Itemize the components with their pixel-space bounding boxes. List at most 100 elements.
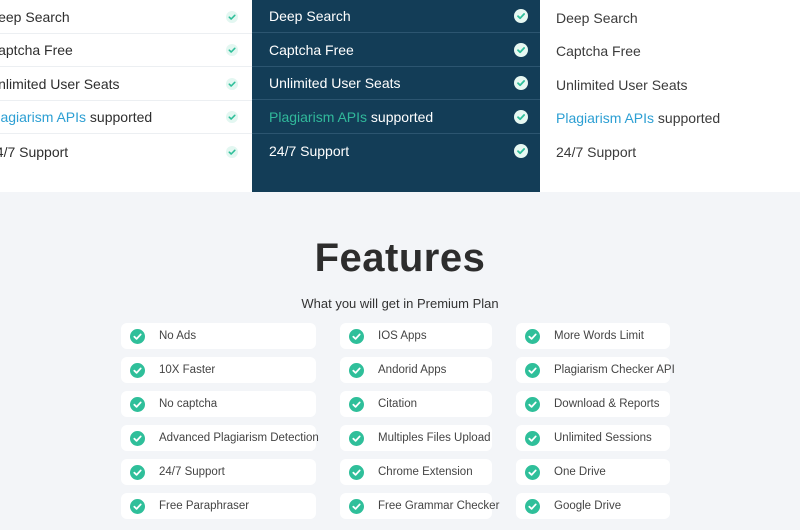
feature-label: Free Paraphraser [159, 500, 250, 512]
plan-feature: Captcha Free [252, 34, 540, 67]
feature-item: Download & Reports [516, 391, 670, 417]
feature-item: Advanced Plagiarism Detection [121, 425, 319, 451]
check-icon [514, 110, 528, 124]
feature-label: Advanced Plagiarism Detection [159, 432, 319, 444]
check-circle-icon [130, 328, 145, 344]
feature-label: Download & Reports [554, 398, 660, 410]
plan-feature-label: Plagiarism APIs supported [556, 110, 800, 126]
plan-feature-label: Unlimited User Seats [0, 76, 120, 92]
plagiarism-apis-link[interactable]: Plagiarism APIs [0, 109, 86, 125]
plan-feature: Plagiarism APIs supported [0, 101, 252, 134]
feature-item: 24/7 Support [121, 459, 316, 485]
feature-item: Google Drive [516, 493, 670, 519]
feature-item: Andorid Apps [340, 357, 492, 383]
plan-feature-label: Captcha Free [0, 42, 73, 58]
plan-feature-label: 24/7 Support [269, 142, 350, 159]
feature-label: Google Drive [554, 500, 622, 512]
check-icon [226, 11, 238, 23]
plan-feature: Unlimited User Seats [540, 68, 800, 101]
feature-item: Chrome Extension [340, 459, 492, 485]
feature-label: No Ads [159, 330, 197, 342]
pricing-plan-featured: Deep Search Captcha Free Unlimited User … [252, 0, 540, 192]
check-circle-icon [525, 362, 540, 378]
feature-label: More Words Limit [554, 330, 644, 342]
check-icon [514, 43, 528, 57]
check-circle-icon [349, 498, 364, 514]
feature-label: IOS Apps [378, 330, 427, 342]
pricing-plan-left: Deep Search Captcha Free Unlimited User … [0, 0, 252, 192]
check-circle-icon [525, 430, 540, 446]
plagiarism-apis-link[interactable]: Plagiarism APIs [556, 110, 654, 126]
check-circle-icon [525, 464, 540, 480]
feature-item: Free Grammar Checker [340, 493, 499, 519]
check-circle-icon [130, 430, 145, 446]
check-icon [514, 9, 528, 23]
plan-feature: Deep Search [252, 0, 540, 33]
plan-feature: Captcha Free [540, 34, 800, 67]
plan-feature: Plagiarism APIs supported [540, 101, 800, 134]
check-icon [514, 143, 528, 158]
check-icon [226, 44, 238, 56]
plan-feature: 24/7 Support [540, 135, 800, 168]
check-circle-icon [525, 396, 540, 412]
check-circle-icon [130, 498, 145, 514]
features-heading: Features [314, 236, 486, 280]
feature-label: Multiples Files Upload [378, 432, 491, 444]
plan-feature-label: 24/7 Support [556, 143, 637, 160]
plan-feature-label: Captcha Free [556, 42, 641, 59]
check-circle-icon [349, 328, 364, 344]
plan-feature-label: Plagiarism APIs supported [0, 109, 252, 125]
feature-label: Chrome Extension [378, 466, 473, 478]
plan-feature: Unlimited User Seats [0, 68, 252, 101]
feature-label: No captcha [159, 398, 218, 410]
feature-item: More Words Limit [516, 323, 670, 349]
check-circle-icon [349, 396, 364, 412]
features-subtitle: What you will get in Premium Plan [301, 296, 499, 311]
plan-feature-suffix: supported [367, 109, 434, 125]
plan-feature-suffix: supported [654, 109, 721, 126]
check-circle-icon [349, 430, 364, 446]
pricing-plan-right: Deep Search Captcha Free Unlimited User … [540, 0, 800, 192]
check-circle-icon [349, 362, 364, 378]
check-circle-icon [525, 328, 540, 344]
plan-feature: 24/7 Support [0, 135, 252, 168]
feature-label: Plagiarism Checker API [554, 364, 675, 376]
plagiarism-apis-link[interactable]: Plagiarism APIs [269, 109, 367, 125]
feature-item: Unlimited Sessions [516, 425, 670, 451]
plan-feature-suffix: supported [86, 109, 153, 125]
check-circle-icon [130, 362, 145, 378]
plan-feature-label: Unlimited User Seats [269, 75, 401, 91]
feature-item: Citation [340, 391, 492, 417]
feature-label: 10X Faster [159, 364, 216, 376]
feature-item: 10X Faster [121, 357, 316, 383]
feature-item: No captcha [121, 391, 316, 417]
feature-item: IOS Apps [340, 323, 492, 349]
feature-item: Free Paraphraser [121, 493, 316, 519]
check-icon [226, 111, 238, 123]
feature-label: One Drive [554, 466, 606, 478]
check-icon [226, 78, 238, 90]
feature-label: Andorid Apps [378, 364, 447, 376]
feature-item: One Drive [516, 459, 670, 485]
plan-feature: Deep Search [540, 1, 800, 34]
plan-feature: Unlimited User Seats [252, 67, 540, 100]
feature-label: Citation [378, 398, 417, 410]
feature-label: 24/7 Support [159, 466, 225, 478]
check-circle-icon [525, 498, 540, 514]
feature-item: No Ads [121, 323, 316, 349]
plan-feature: Captcha Free [0, 34, 252, 67]
pricing-section: Deep Search Captcha Free Unlimited User … [0, 0, 800, 192]
feature-label: Unlimited Sessions [554, 432, 652, 444]
check-circle-icon [349, 464, 364, 480]
check-circle-icon [130, 464, 145, 480]
feature-label: Free Grammar Checker [378, 500, 500, 512]
plan-feature-label: Plagiarism APIs supported [269, 109, 540, 125]
plan-feature: 24/7 Support [252, 134, 540, 167]
feature-item: Multiples Files Upload [340, 425, 492, 451]
plan-feature-label: Deep Search [0, 9, 70, 25]
plan-feature-label: Deep Search [269, 8, 351, 24]
check-circle-icon [130, 396, 145, 412]
plan-feature: Deep Search [0, 1, 252, 34]
plan-feature-label: Captcha Free [269, 42, 354, 58]
plan-feature-label: Unlimited User Seats [556, 76, 688, 93]
